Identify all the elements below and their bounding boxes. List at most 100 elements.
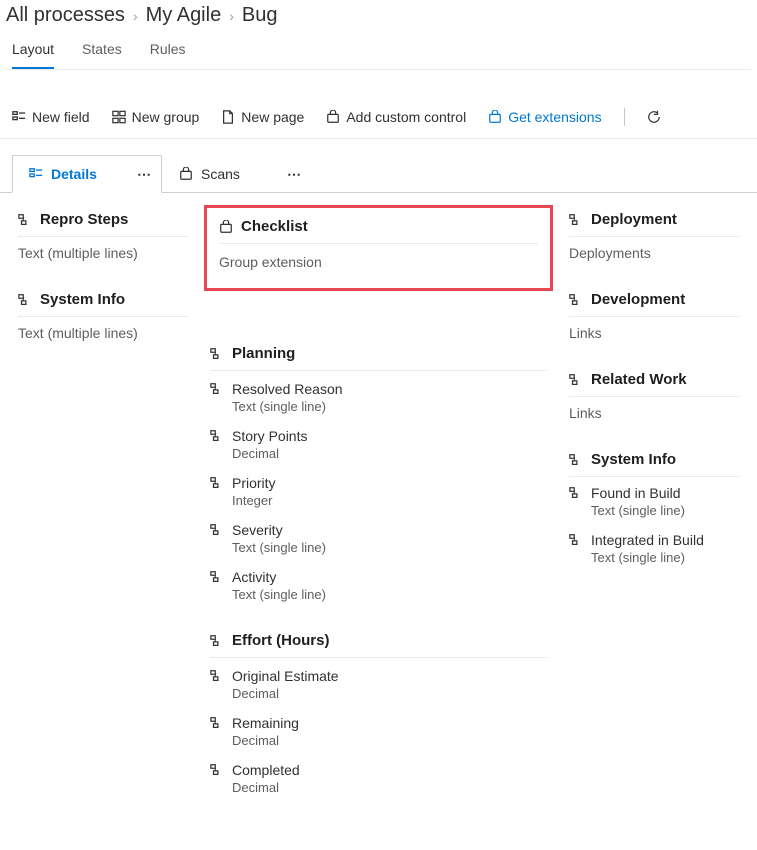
right-column: Deployment Deployments Development Links…: [569, 211, 739, 565]
field-name: Story Points: [232, 428, 307, 444]
page-header: All processes › My Agile › Bug Layout St…: [0, 0, 757, 82]
group-title: Related Work: [591, 371, 687, 388]
group-icon: [112, 110, 126, 124]
field-icon: [210, 634, 224, 648]
group-meta: Links: [569, 325, 739, 341]
field-icon: [569, 453, 583, 467]
chevron-right-icon: ›: [133, 8, 138, 24]
tab-layout[interactable]: Layout: [12, 41, 54, 69]
field-item[interactable]: CompletedDecimal: [210, 762, 547, 795]
field-item[interactable]: PriorityInteger: [210, 475, 547, 508]
breadcrumb-current: Bug: [242, 4, 278, 27]
group-title: Effort (Hours): [232, 632, 330, 649]
group-title: System Info: [591, 451, 676, 468]
field-item[interactable]: Original Estimate Decimal: [210, 668, 547, 701]
refresh-button[interactable]: [647, 110, 661, 124]
field-icon: [210, 716, 224, 730]
more-icon[interactable]: ⋯: [287, 166, 301, 183]
group-related-work[interactable]: Related Work Links: [569, 371, 739, 421]
refresh-icon: [647, 110, 661, 124]
group-meta: Text (multiple lines): [18, 325, 188, 341]
field-item[interactable]: Resolved Reason Text (single line): [210, 381, 547, 414]
bag-icon: [326, 110, 340, 124]
new-page-label: New page: [241, 109, 304, 125]
new-page-button[interactable]: New page: [221, 109, 304, 125]
group-system-info-right[interactable]: System Info Found in BuildText (single l…: [569, 451, 739, 565]
new-field-button[interactable]: New field: [12, 109, 90, 125]
field-type: Decimal: [232, 780, 547, 795]
field-icon: [18, 213, 32, 227]
add-custom-control-button[interactable]: Add custom control: [326, 109, 466, 125]
breadcrumb-parent[interactable]: My Agile: [146, 4, 222, 27]
field-icon: [569, 486, 583, 500]
group-meta: Text (multiple lines): [18, 245, 188, 261]
field-type: Text (single line): [232, 399, 547, 414]
more-icon[interactable]: ⋯: [137, 166, 151, 183]
group-development[interactable]: Development Links: [569, 291, 739, 341]
planning-fields: Resolved Reason Text (single line) Story P…: [210, 381, 547, 602]
get-extensions-link[interactable]: Get extensions: [488, 109, 601, 125]
field-name: Remaining: [232, 715, 299, 731]
field-type: Text (single line): [232, 540, 547, 555]
group-deployment[interactable]: Deployment Deployments: [569, 211, 739, 261]
group-title: Planning: [232, 345, 295, 362]
highlight-checklist: Checklist Group extension: [204, 205, 553, 291]
left-column: Repro Steps Text (multiple lines) System…: [18, 211, 188, 341]
page-tab-scans-label: Scans: [201, 166, 240, 182]
field-name: Activity: [232, 569, 276, 585]
group-planning[interactable]: Planning Resolved Reason Text (single lin…: [210, 345, 547, 602]
group-effort[interactable]: Effort (Hours) Original EstimateDecimalR…: [210, 632, 547, 795]
new-group-button[interactable]: New group: [112, 109, 200, 125]
subtabs: Layout States Rules: [6, 27, 751, 70]
group-meta: Links: [569, 405, 739, 421]
page-tab-details[interactable]: Details ⋯: [12, 155, 162, 193]
field-icon: [210, 570, 224, 584]
field-type: Decimal: [232, 733, 547, 748]
group-title: System Info: [40, 291, 125, 308]
page-tab-scans[interactable]: Scans ⋯: [162, 155, 312, 193]
toolbar: New field New group New page Add custom …: [0, 96, 757, 139]
field-item[interactable]: Remaining Decimal: [210, 715, 547, 748]
group-title: Repro Steps: [40, 211, 128, 228]
field-name: Integrated in Build: [591, 532, 704, 548]
page-tabs: Details ⋯ Scans ⋯: [0, 139, 757, 193]
group-checklist[interactable]: Checklist Group extension: [219, 218, 538, 270]
add-custom-control-label: Add custom control: [346, 109, 466, 125]
field-icon: [569, 373, 583, 387]
page-icon: [221, 110, 235, 124]
group-system-info-left[interactable]: System Info Text (multiple lines): [18, 291, 188, 341]
field-icon: [210, 429, 224, 443]
chevron-right-icon: ›: [229, 8, 234, 24]
center-column: Checklist Group extension Planning Resol…: [210, 211, 547, 795]
field-type: Text (single line): [591, 550, 739, 565]
field-icon: [210, 347, 224, 361]
field-type: Integer: [232, 493, 547, 508]
field-item[interactable]: Story Points Decimal: [210, 428, 547, 461]
field-icon: [210, 763, 224, 777]
field-item[interactable]: SeverityText (single line): [210, 522, 547, 555]
system-info-fields: Found in BuildText (single line)Integrat…: [569, 485, 739, 565]
field-name: Original Estimate: [232, 668, 339, 684]
group-title: Deployment: [591, 211, 677, 228]
field-type: Decimal: [232, 446, 547, 461]
field-icon: [210, 669, 224, 683]
field-item[interactable]: Integrated in Build Text (single line): [569, 532, 739, 565]
breadcrumb: All processes › My Agile › Bug: [6, 4, 751, 27]
tab-rules[interactable]: Rules: [150, 41, 186, 69]
tab-states[interactable]: States: [82, 41, 122, 69]
field-item[interactable]: Found in BuildText (single line): [569, 485, 739, 518]
group-meta: Deployments: [569, 245, 739, 261]
bag-icon: [179, 167, 193, 181]
field-name: Resolved Reason: [232, 381, 343, 397]
get-extensions-label: Get extensions: [508, 109, 601, 125]
field-type: Decimal: [232, 686, 547, 701]
new-group-label: New group: [132, 109, 200, 125]
field-icon: [18, 293, 32, 307]
group-repro-steps[interactable]: Repro Steps Text (multiple lines): [18, 211, 188, 261]
field-icon: [210, 523, 224, 537]
group-meta: Group extension: [219, 254, 538, 270]
field-item[interactable]: Activity Text (single line): [210, 569, 547, 602]
breadcrumb-root[interactable]: All processes: [6, 4, 125, 27]
field-type: Text (single line): [232, 587, 547, 602]
field-name: Found in Build: [591, 485, 681, 501]
